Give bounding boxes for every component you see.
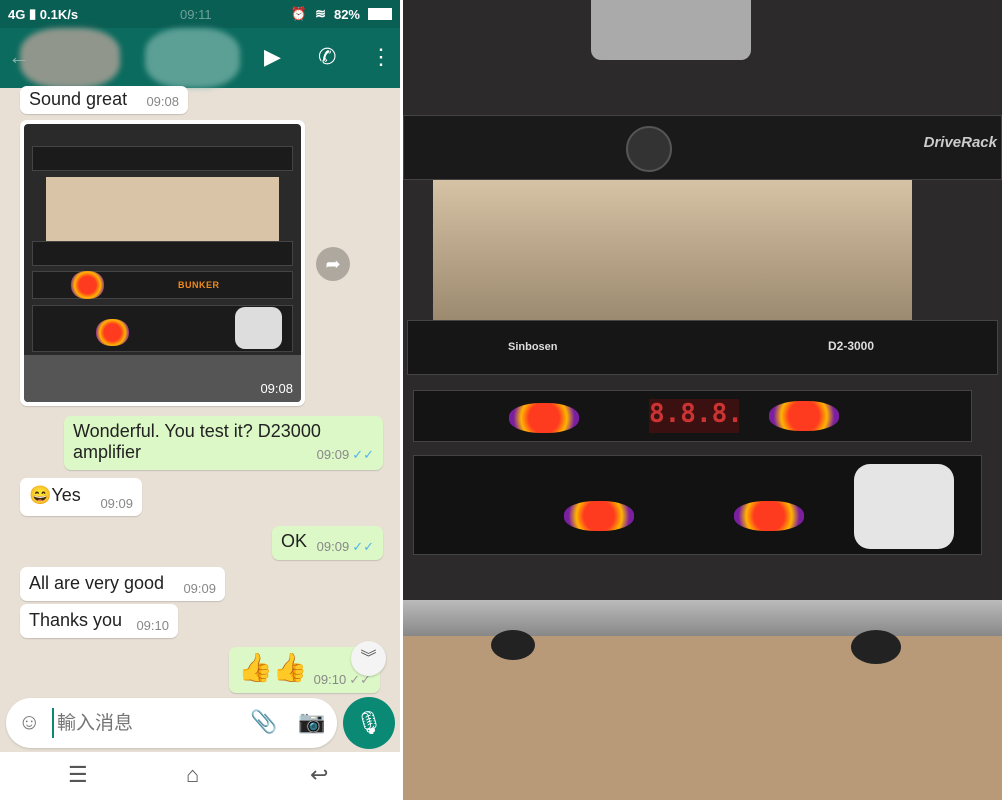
message-time: 09:09 ✓✓: [316, 539, 374, 554]
sticker: [734, 501, 804, 531]
voice-record-button[interactable]: 🎙: [343, 697, 395, 749]
caster-wheel: [491, 630, 535, 660]
case-handle: [591, 0, 751, 60]
message-text: OK: [281, 531, 308, 551]
speed-label: 0.1K/s: [39, 6, 79, 22]
message-input[interactable]: [52, 708, 232, 738]
contact-name-scribble[interactable]: [145, 28, 240, 88]
status-bar: 4G ▮ 0.1K/s 09:11 ⏰ ≋ 82%: [0, 0, 400, 28]
home-icon[interactable]: ⌂: [186, 762, 199, 788]
read-ticks-icon: ✓✓: [352, 447, 374, 462]
dsp-brand: DriveRack: [923, 134, 997, 151]
pdu-unit: 8.8.8.: [413, 390, 972, 442]
contact-avatar-scribble[interactable]: [20, 28, 120, 88]
message-text: All are very good: [29, 573, 165, 593]
sticker: [96, 318, 130, 347]
power-connector: [234, 307, 282, 350]
message-text: 👍👍: [238, 652, 308, 683]
power-unit: [413, 455, 982, 555]
pdu-brand: BUNKER: [178, 279, 220, 290]
forward-icon: ➦: [325, 254, 341, 274]
clock: 09:11: [180, 6, 212, 22]
message-time: 09:09: [100, 496, 133, 511]
battery-icon: [368, 8, 392, 20]
scroll-down-button[interactable]: ︾: [351, 641, 386, 676]
caster-wheel: [851, 630, 901, 664]
dsp-unit: DriveRack: [403, 115, 1002, 180]
attach-paperclip-icon[interactable]: 📎: [250, 709, 277, 735]
battery-label: 82%: [333, 6, 360, 22]
shelf: [433, 180, 912, 320]
message-outgoing[interactable]: OK 09:09 ✓✓: [272, 526, 383, 560]
message-time: 09:10: [136, 618, 169, 633]
message-outgoing[interactable]: Wonderful. You test it? D23000 amplifier…: [64, 416, 383, 470]
sticker: [509, 403, 579, 433]
more-vert-icon[interactable]: ⋮: [370, 44, 392, 70]
message-incoming[interactable]: All are very good 09:09: [20, 567, 225, 601]
case-bottom-rail: [403, 600, 1002, 636]
rack-photo: DriveRack Sinbosen D2-3000 8.8.8.: [403, 0, 1002, 800]
phone-icon[interactable]: ✆: [318, 44, 336, 70]
camera-icon[interactable]: 📷: [298, 709, 325, 735]
chat-screen: 4G ▮ 0.1K/s 09:11 ⏰ ≋ 82% ← ▶ ✆ ⋮ Sound gr…: [0, 0, 400, 800]
dsp-unit: [32, 146, 293, 172]
voltage-display: 8.8.8.: [649, 399, 743, 433]
message-incoming[interactable]: 😄Yes 09:09: [20, 478, 142, 516]
chat-header: ← ▶ ✆ ⋮: [0, 28, 400, 88]
microphone-icon: 🎙: [355, 710, 383, 735]
back-icon[interactable]: ↩: [310, 762, 328, 788]
message-time: 09:09: [183, 581, 216, 596]
double-chevron-down-icon: ︾: [360, 650, 377, 667]
message-input-bar: ☺ 📎 📷: [6, 698, 337, 748]
forward-button[interactable]: ➦: [316, 247, 350, 281]
message-text: Thanks you: [29, 610, 123, 630]
read-ticks-icon: ✓✓: [352, 539, 374, 554]
wifi-icon: ≋: [315, 6, 326, 21]
message-text: 😄Yes: [29, 485, 81, 505]
amplifier-unit: Sinbosen D2-3000: [407, 320, 998, 375]
video-call-icon[interactable]: ▶: [264, 44, 281, 70]
sticker: [564, 501, 634, 531]
amplifier-unit: [32, 240, 293, 266]
rack-photo-thumbnail[interactable]: BUNKER 09:08: [24, 124, 301, 402]
network-label: 4G: [8, 6, 26, 22]
sticker: [71, 271, 105, 300]
message-incoming[interactable]: Thanks you 09:10: [20, 604, 178, 638]
menu-icon[interactable]: ☰: [68, 762, 88, 788]
shelf: [46, 176, 279, 241]
message-incoming[interactable]: Sound great 09:08: [20, 86, 188, 114]
alarm-icon: ⏰: [290, 6, 308, 21]
case-bottom: [24, 354, 301, 402]
system-nav-bar: ☰ ⌂ ↩: [0, 752, 400, 800]
message-image[interactable]: BUNKER 09:08: [20, 120, 305, 406]
dsp-knob: [626, 126, 672, 172]
amp-model: D2-3000: [828, 339, 875, 353]
message-text: Sound great: [29, 89, 128, 109]
message-text: Wonderful. You test it? D23000 amplifier: [73, 421, 321, 462]
message-time: 09:09 ✓✓: [316, 447, 374, 462]
power-connector: [854, 464, 954, 549]
sticker: [769, 401, 839, 431]
message-time: 09:08: [146, 94, 179, 109]
signal-icon: ▮: [28, 6, 37, 21]
emoji-icon[interactable]: ☺: [18, 709, 40, 735]
amp-brand: Sinbosen: [508, 341, 558, 353]
message-time: 09:08: [260, 381, 293, 396]
